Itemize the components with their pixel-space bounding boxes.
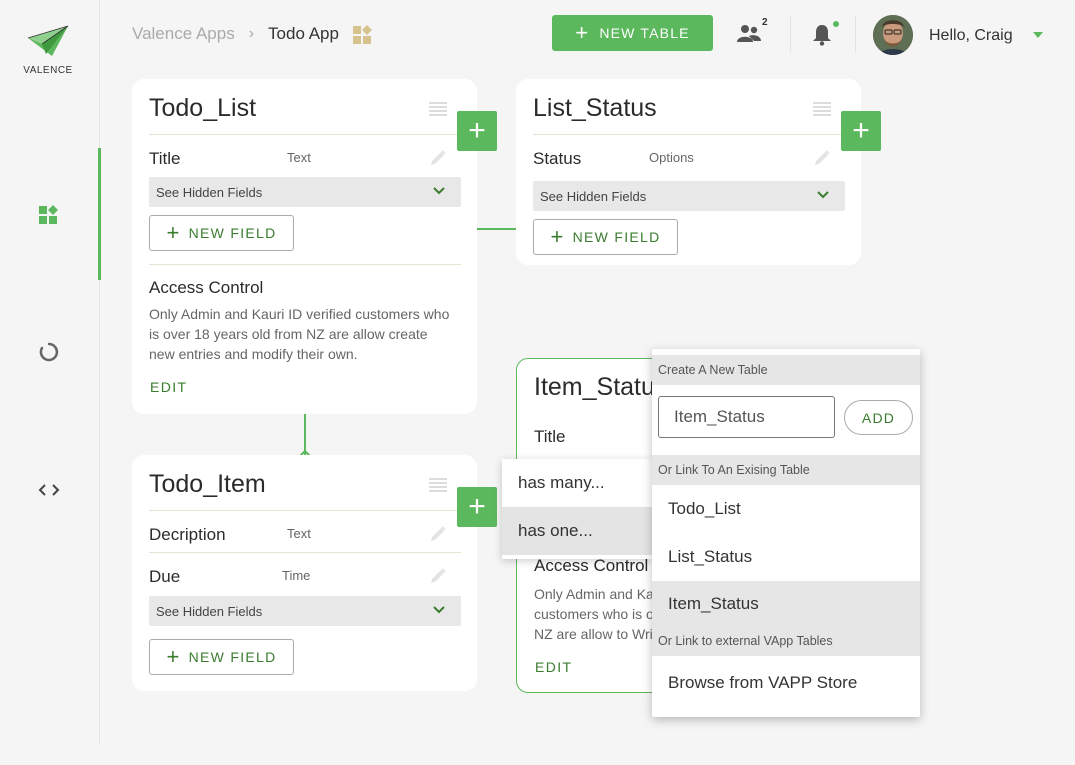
- header-divider: [790, 16, 791, 52]
- sidebar: VALENCE: [0, 0, 101, 745]
- avatar[interactable]: [873, 15, 913, 55]
- plus-icon: +: [575, 20, 590, 45]
- chevron-down-icon: [433, 606, 445, 614]
- existing-table-item-selected[interactable]: Item_Status: [652, 581, 920, 626]
- divider: [149, 264, 461, 265]
- relation-type-menu: has many... has one...: [502, 459, 652, 559]
- existing-table-item[interactable]: Todo_List: [652, 485, 920, 533]
- new-field-button[interactable]: + NEW FIELD: [149, 639, 294, 675]
- loading-icon[interactable]: [38, 341, 60, 363]
- new-field-label: NEW FIELD: [572, 229, 661, 245]
- bell-icon[interactable]: [812, 24, 832, 51]
- header-divider: [855, 16, 856, 52]
- external-tables-header: Or Link to external VApp Tables: [652, 626, 920, 656]
- plus-icon: +: [166, 644, 181, 669]
- logo-text: VALENCE: [23, 65, 73, 76]
- divider: [533, 134, 845, 135]
- drag-menu-icon[interactable]: [813, 102, 831, 118]
- add-table-button[interactable]: ADD: [844, 400, 913, 435]
- table-card-list-status: List_Status Status Options See Hidden Fi…: [516, 79, 861, 265]
- add-relation-button[interactable]: +: [457, 111, 497, 151]
- access-control-title: Access Control: [534, 556, 649, 575]
- card-title: Todo_List: [149, 94, 257, 122]
- field-name: Status: [533, 149, 582, 168]
- link-table-popup: Create A New Table Item_Status ADD Or Li…: [652, 349, 920, 717]
- add-relation-button[interactable]: +: [841, 111, 881, 151]
- field-name: Decription: [149, 525, 226, 544]
- pencil-icon[interactable]: [429, 149, 447, 167]
- field-name: Due: [149, 567, 181, 586]
- new-field-label: NEW FIELD: [188, 225, 277, 241]
- paper-plane-logo-icon: [27, 25, 69, 56]
- edit-link[interactable]: EDIT: [535, 659, 573, 675]
- notification-dot: [833, 21, 839, 27]
- create-table-header: Create A New Table: [652, 355, 920, 385]
- pencil-icon[interactable]: [429, 567, 447, 585]
- breadcrumb-root[interactable]: Valence Apps: [132, 24, 235, 44]
- browse-vapp-store-item[interactable]: Browse from VAPP Store: [652, 656, 920, 710]
- new-field-label: NEW FIELD: [188, 649, 277, 665]
- drag-menu-icon[interactable]: [429, 102, 447, 118]
- field-name: Title: [534, 427, 566, 446]
- app-tables-icon[interactable]: [352, 24, 373, 44]
- drag-menu-icon[interactable]: [429, 478, 447, 494]
- divider: [149, 552, 461, 553]
- breadcrumb: Valence Apps › Todo App: [132, 24, 373, 44]
- people-count-badge: 2: [762, 17, 768, 28]
- table-card-todo-item: Todo_Item Decription Text Due Time See H…: [132, 455, 477, 691]
- menu-item-has-many[interactable]: has many...: [502, 459, 652, 507]
- see-hidden-fields-toggle[interactable]: See Hidden Fields: [149, 177, 461, 207]
- plus-icon: +: [166, 220, 181, 245]
- card-title: Todo_Item: [149, 470, 266, 498]
- field-type: Text: [287, 526, 311, 541]
- new-table-button[interactable]: + NEW TABLE: [552, 15, 713, 51]
- divider: [149, 510, 461, 511]
- existing-table-item[interactable]: List_Status: [652, 533, 920, 581]
- see-hidden-fields-toggle[interactable]: See Hidden Fields: [149, 596, 461, 626]
- code-icon[interactable]: [38, 479, 60, 501]
- access-control-text: Only Admin and Kauri ID verified custome…: [149, 306, 450, 362]
- caret-down-icon[interactable]: [1033, 32, 1043, 38]
- add-relation-button[interactable]: +: [457, 487, 497, 527]
- see-hidden-fields-toggle[interactable]: See Hidden Fields: [533, 181, 845, 211]
- active-indicator: [98, 148, 101, 280]
- new-field-button[interactable]: + NEW FIELD: [533, 219, 678, 255]
- chevron-down-icon: [433, 187, 445, 195]
- chevron-right-icon: ›: [248, 25, 255, 42]
- see-hidden-fields-label: See Hidden Fields: [156, 603, 263, 619]
- breadcrumb-current: Todo App: [268, 24, 339, 43]
- field-type: Text: [287, 150, 311, 165]
- pencil-icon[interactable]: [813, 149, 831, 167]
- tables-icon[interactable]: [38, 203, 60, 225]
- chevron-down-icon: [817, 191, 829, 199]
- user-greeting[interactable]: Hello, Craig: [929, 27, 1013, 45]
- field-type: Options: [649, 150, 694, 165]
- new-table-label: NEW TABLE: [599, 25, 690, 41]
- see-hidden-fields-label: See Hidden Fields: [540, 188, 647, 204]
- card-title: List_Status: [533, 94, 657, 122]
- edit-link[interactable]: EDIT: [150, 379, 188, 395]
- field-type: Time: [282, 568, 311, 583]
- menu-item-has-one[interactable]: has one...: [502, 507, 652, 555]
- card-title: Item_Status: [534, 373, 668, 401]
- new-field-button[interactable]: + NEW FIELD: [149, 215, 294, 251]
- link-existing-header: Or Link To An Exising Table: [652, 455, 920, 485]
- valence-logo[interactable]: VALENCE: [22, 24, 74, 76]
- pencil-icon[interactable]: [429, 525, 447, 543]
- new-table-name-input[interactable]: Item_Status: [658, 396, 835, 438]
- people-icon[interactable]: [737, 24, 761, 47]
- field-name: Title: [149, 149, 181, 168]
- see-hidden-fields-label: See Hidden Fields: [156, 184, 263, 200]
- plus-icon: +: [550, 224, 565, 249]
- divider: [149, 134, 461, 135]
- table-card-todo-list: Todo_List Title Text See Hidden Fields +…: [132, 79, 477, 414]
- access-control-title: Access Control: [149, 278, 264, 297]
